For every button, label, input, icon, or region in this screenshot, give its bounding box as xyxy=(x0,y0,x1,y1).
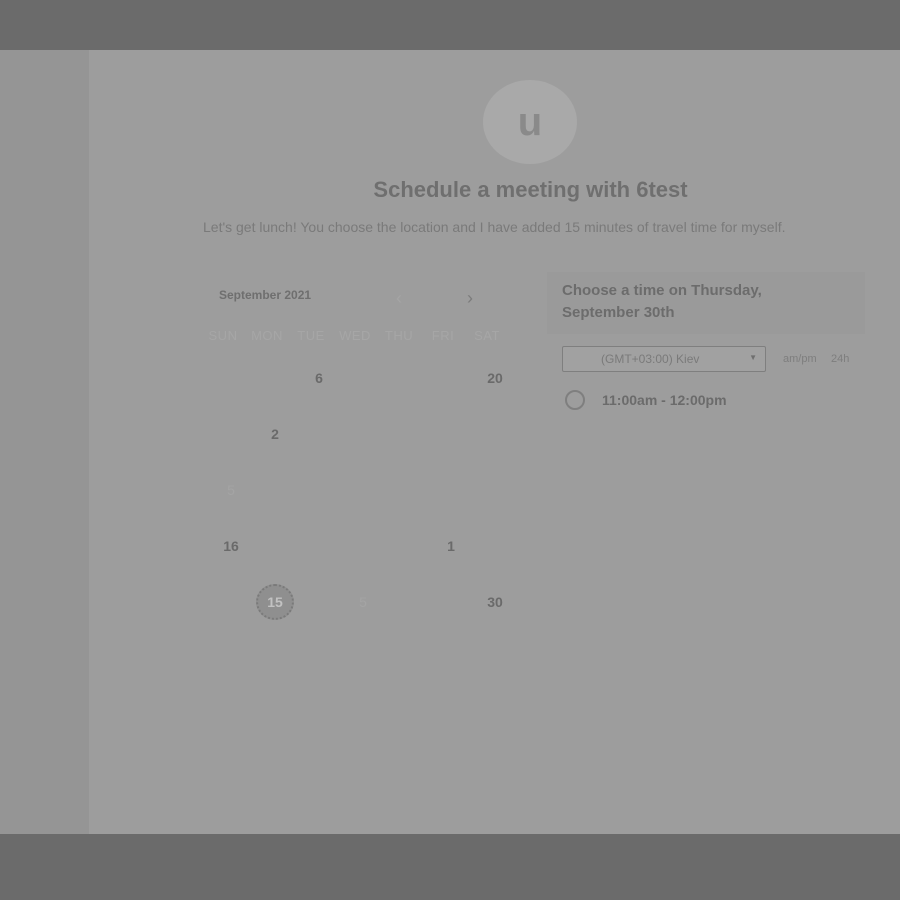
time-slot[interactable]: 11:00am - 12:00pm xyxy=(565,390,805,414)
calendar-day: 5 xyxy=(227,482,235,498)
calendar-month-label: September 2021 xyxy=(219,288,312,302)
dropdown-arrow-icon: ▼ xyxy=(749,353,757,362)
weekday-thu: THU xyxy=(384,328,414,343)
weekday-fri: FRI xyxy=(431,328,455,343)
previous-month-icon[interactable]: ‹ xyxy=(389,288,409,308)
next-month-icon[interactable]: › xyxy=(460,288,480,308)
calendar-day[interactable]: 1 xyxy=(429,529,473,563)
avatar: u xyxy=(483,80,577,164)
time-panel-heading: Choose a time on Thursday, September 30t… xyxy=(562,282,762,321)
calendar-day[interactable]: 6 xyxy=(297,361,341,395)
calendar-day-selected[interactable]: 30 xyxy=(473,585,517,619)
page-description: Let's get lunch! You choose the location… xyxy=(203,219,786,235)
calendar-day[interactable]: 2 xyxy=(253,417,297,451)
time-slot-radio[interactable] xyxy=(565,390,585,410)
scheduling-page: u Schedule a meeting with 6test Let's ge… xyxy=(89,50,900,834)
weekday-wed: WED xyxy=(339,328,371,343)
format-24h-toggle[interactable]: 24h xyxy=(831,353,849,365)
timezone-value: (GMT+03:00) Kiev xyxy=(601,352,700,366)
weekday-sat: SAT xyxy=(474,328,500,343)
bottom-bar xyxy=(0,834,900,900)
avatar-letter: u xyxy=(517,100,543,144)
left-sidebar-strip xyxy=(0,50,89,834)
calendar-day[interactable]: 20 xyxy=(473,361,517,395)
weekday-mon: MON xyxy=(251,328,283,343)
calendar-day-today[interactable]: 15 xyxy=(253,584,297,620)
format-ampm-toggle[interactable]: am/pm xyxy=(783,353,817,365)
timezone-select[interactable]: (GMT+03:00) Kiev ▼ xyxy=(562,346,766,372)
today-date: 15 xyxy=(267,594,283,610)
weekday-sun: SUN xyxy=(208,328,238,343)
page-title: Schedule a meeting with 6test xyxy=(373,177,688,202)
calendar-day[interactable]: 16 xyxy=(209,529,253,563)
time-slot-label: 11:00am - 12:00pm xyxy=(602,392,727,408)
calendar-day: 5 xyxy=(359,594,367,610)
top-bar xyxy=(0,0,900,50)
weekday-tue: TUE xyxy=(297,328,325,343)
